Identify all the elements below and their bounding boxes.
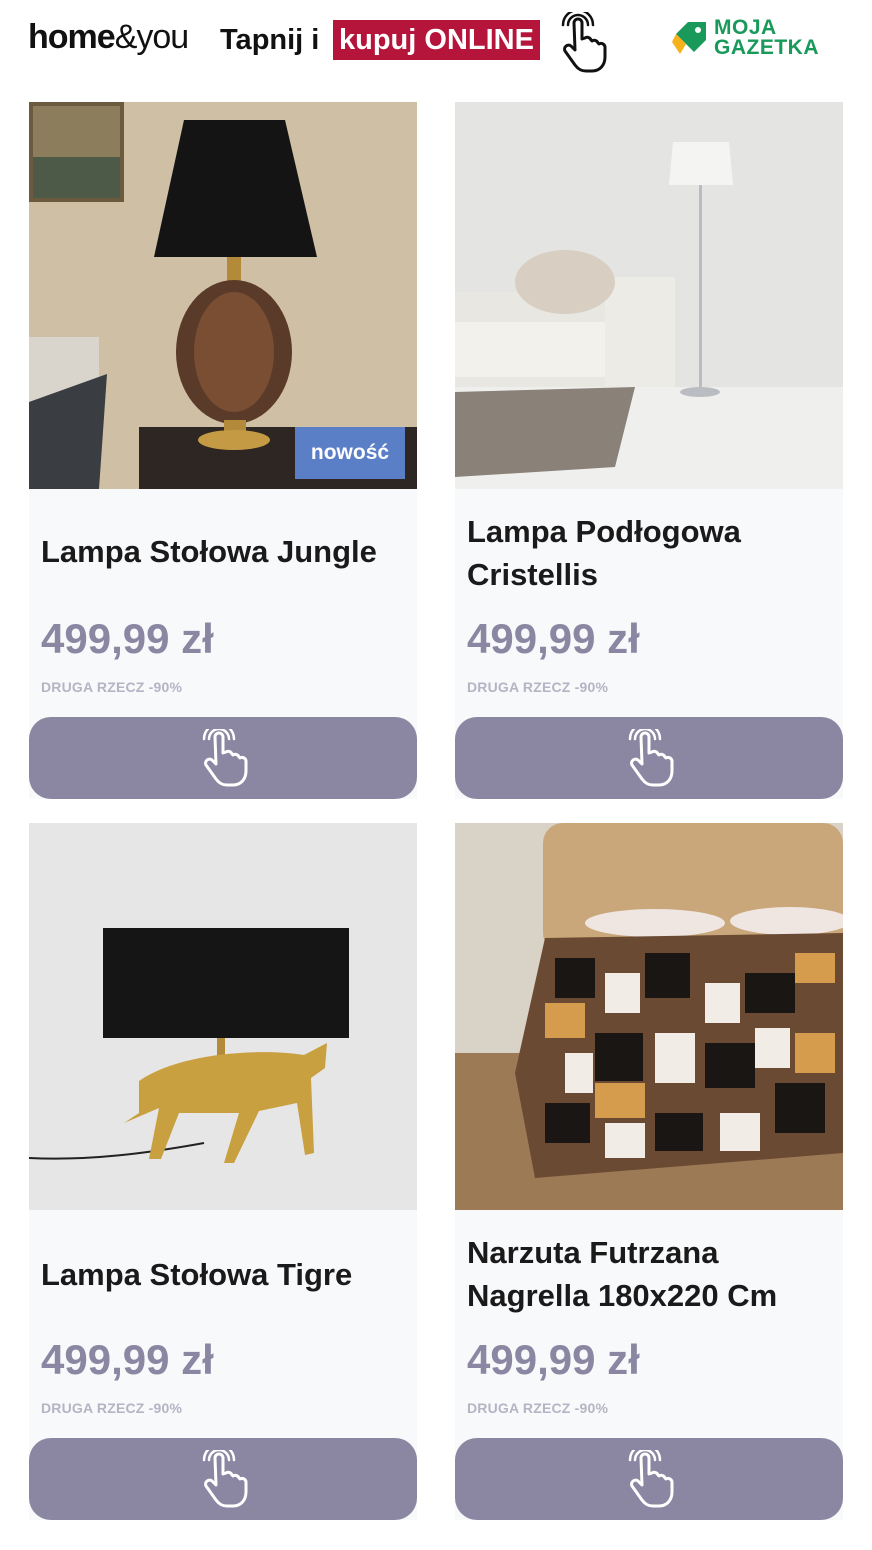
fur-blanket-image[interactable] [455,823,843,1210]
shop-button[interactable] [455,717,843,799]
product-card: nowość Lampa Stołowa Jungle 499,99 zł DR… [29,102,417,799]
promo-text: DRUGA RZECZ -90% [467,679,609,695]
new-badge: nowość [295,427,405,479]
tiger-lamp-image[interactable] [29,823,417,1210]
header: home&you Tapnij i kupuj ONLINE MOJA GAZE… [0,0,872,90]
product-price: 499,99 zł [41,615,214,662]
floor-lamp-image[interactable] [455,102,843,489]
promo-text: DRUGA RZECZ -90% [41,1400,183,1416]
hand-pointer-icon [193,1450,253,1510]
shop-button[interactable] [29,1438,417,1520]
shop-online-highlight[interactable]: kupuj ONLINE [333,20,540,60]
shop-button[interactable] [455,1438,843,1520]
partner-name: MOJA GAZETKA [714,16,819,59]
tap-text: Tapnij i [220,24,320,56]
product-card: Lampa Stołowa Tigre 499,99 zł DRUGA RZEC… [29,823,417,1520]
hand-pointer-icon [193,729,253,789]
product-price: 499,99 zł [41,1336,214,1383]
promo-text: DRUGA RZECZ -90% [467,1400,609,1416]
product-title: Narzuta Futrzana Nagrella 180x220 Cm [467,1235,778,1313]
product-card: Narzuta Futrzana Nagrella 180x220 Cm 499… [455,823,843,1520]
product-title: Lampa Stołowa Jungle [41,534,377,569]
product-card: Lampa Podłogowa Cristellis 499,99 zł DRU… [455,102,843,799]
table-lamp-image[interactable]: nowość [29,102,417,489]
product-price: 499,99 zł [467,1336,640,1383]
product-price: 499,99 zł [467,615,640,662]
promo-text: DRUGA RZECZ -90% [41,679,183,695]
moja-gazetka-logo[interactable]: MOJA GAZETKA [672,16,847,62]
hand-pointer-icon [619,729,679,789]
hand-pointer-icon [619,1450,679,1510]
product-title: Lampa Stołowa Tigre [41,1257,353,1292]
shop-button[interactable] [29,717,417,799]
brand-logo[interactable]: home&you [28,18,189,57]
tag-icon [672,22,706,54]
hand-pointer-icon [552,12,612,78]
product-title: Lampa Podłogowa Cristellis [467,514,741,592]
